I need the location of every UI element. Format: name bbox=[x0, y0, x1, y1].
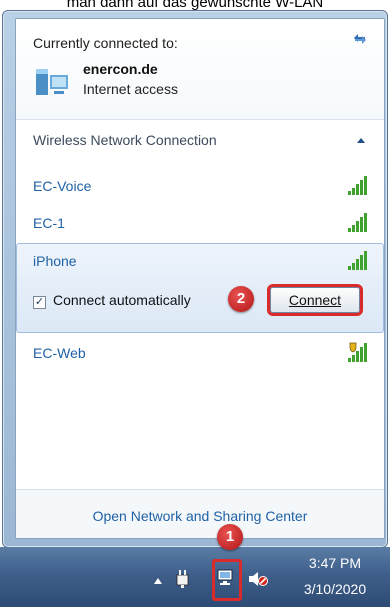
connected-label: Currently connected to: bbox=[33, 35, 178, 51]
footer: Open Network and Sharing Center bbox=[16, 489, 384, 538]
power-plug-icon[interactable] bbox=[174, 569, 192, 589]
open-network-sharing-center-link[interactable]: Open Network and Sharing Center bbox=[16, 508, 384, 524]
network-tray-icon[interactable] bbox=[215, 567, 235, 587]
taskbar: 3:47 PM 3/10/2020 bbox=[0, 547, 390, 607]
connect-automatically-label: Connect automatically bbox=[53, 292, 191, 308]
network-item-ec-web[interactable]: EC-Web bbox=[16, 336, 384, 372]
network-item-ec-1[interactable]: EC-1 bbox=[16, 206, 384, 242]
refresh-icon[interactable] bbox=[350, 29, 370, 49]
network-item-iphone[interactable]: iPhone ✓ Connect automatically Connect bbox=[16, 243, 384, 333]
clock-time[interactable]: 3:47 PM bbox=[280, 555, 390, 571]
secured-signal-icon bbox=[348, 342, 367, 362]
clock-date[interactable]: 3/10/2020 bbox=[280, 581, 390, 597]
network-flyout-panel: Currently connected to: enercon.de Inter… bbox=[15, 18, 385, 539]
network-icon bbox=[36, 69, 68, 95]
signal-strength-icon bbox=[348, 251, 367, 270]
current-network-name: enercon.de bbox=[83, 61, 158, 77]
signal-strength-icon bbox=[348, 213, 367, 232]
section-title: Wireless Network Connection bbox=[33, 132, 217, 148]
connect-button[interactable]: Connect bbox=[270, 287, 360, 313]
collapse-icon[interactable] bbox=[356, 136, 366, 144]
current-connection-section: Currently connected to: enercon.de Inter… bbox=[16, 19, 384, 120]
connect-automatically-checkbox[interactable]: ✓ bbox=[33, 296, 46, 309]
network-item-label: EC-1 bbox=[33, 215, 65, 231]
network-item-label: EC-Voice bbox=[33, 178, 92, 194]
network-item-ec-voice[interactable]: EC-Voice bbox=[16, 169, 384, 205]
current-network-status: Internet access bbox=[83, 81, 178, 97]
volume-muted-icon[interactable] bbox=[247, 569, 269, 589]
step-2-annotation: 2 bbox=[228, 286, 254, 312]
network-item-label: EC-Web bbox=[33, 345, 86, 361]
show-hidden-icons-icon[interactable] bbox=[153, 576, 163, 586]
signal-strength-icon bbox=[348, 176, 367, 195]
step-1-annotation: 1 bbox=[217, 524, 243, 550]
network-item-label: iPhone bbox=[33, 253, 77, 269]
